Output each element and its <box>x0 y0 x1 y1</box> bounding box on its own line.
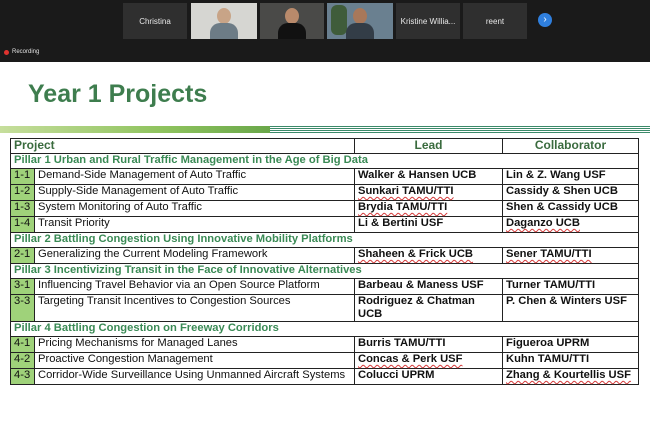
pillar-title: Pillar 2 Battling Congestion Using Innov… <box>10 232 639 248</box>
project-name: Generalizing the Current Modeling Framew… <box>34 247 355 264</box>
pillar-title: Pillar 4 Battling Congestion on Freeway … <box>10 321 639 337</box>
project-name: Transit Priority <box>34 216 355 233</box>
shared-slide: Year 1 Projects Project Lead Collaborato… <box>0 62 650 427</box>
table-row: 1-4 Transit Priority Li & Bertini USF Da… <box>10 216 639 233</box>
header-project: Project <box>10 138 355 154</box>
project-id: 3-3 <box>10 294 35 322</box>
project-name: System Monitoring of Auto Traffic <box>34 200 355 217</box>
lead-text: Sunkari TAMU/TTI <box>358 185 454 197</box>
project-lead: Barbeau & Maness USF <box>354 278 503 295</box>
project-id: 2-1 <box>10 247 35 264</box>
lead-text: Shaheen & Frick UCB <box>358 248 474 260</box>
participant-body <box>278 23 306 39</box>
projects-table: Project Lead Collaborator Pillar 1 Urban… <box>10 138 639 385</box>
project-lead: Sunkari TAMU/TTI <box>354 184 503 201</box>
pillar-title: Pillar 3 Incentivizing Transit in the Fa… <box>10 263 639 279</box>
pillar-row: Pillar 4 Battling Congestion on Freeway … <box>10 321 639 337</box>
table-row: 3-3 Targeting Transit Incentives to Cong… <box>10 294 639 322</box>
table-row: 1-2 Supply-Side Management of Auto Traff… <box>10 184 639 201</box>
project-collaborator: Lin & Z. Wang USF <box>502 168 639 185</box>
participant-video-tile[interactable] <box>260 3 324 39</box>
project-id: 4-3 <box>10 368 35 385</box>
project-collaborator: Daganzo UCB <box>502 216 639 233</box>
project-lead: Colucci UPRM <box>354 368 503 385</box>
project-lead: Rodriguez & Chatman UCB <box>354 294 503 322</box>
project-lead: Shaheen & Frick UCB <box>354 247 503 264</box>
pillar-row: Pillar 3 Incentivizing Transit in the Fa… <box>10 263 639 279</box>
participant-video-tile[interactable] <box>327 3 393 39</box>
project-id: 1-2 <box>10 184 35 201</box>
lead-text: Brydia TAMU/TTI <box>358 201 448 213</box>
participant-video-tile[interactable] <box>191 3 257 39</box>
slide-title: Year 1 Projects <box>28 80 208 108</box>
project-lead: Walker & Hansen UCB <box>354 168 503 185</box>
table-row: 4-2 Proactive Congestion Management Conc… <box>10 352 639 369</box>
participant-body <box>346 23 374 39</box>
project-lead: Burris TAMU/TTI <box>354 336 503 353</box>
project-name: Corridor-Wide Surveillance Using Unmanne… <box>34 368 355 385</box>
table-row: 1-3 System Monitoring of Auto Traffic Br… <box>10 200 639 217</box>
project-collaborator: Kuhn TAMU/TTI <box>502 352 639 369</box>
project-collaborator: P. Chen & Winters USF <box>502 294 639 322</box>
recording-indicator: Recording <box>4 49 39 55</box>
collaborator-text: Sener TAMU/TTI <box>506 248 592 260</box>
project-collaborator: Shen & Cassidy UCB <box>502 200 639 217</box>
table-row: 4-1 Pricing Mechanisms for Managed Lanes… <box>10 336 639 353</box>
participant-strip: Christina Kristine Willia... reent › Rec… <box>0 0 650 62</box>
project-collaborator: Figueroa UPRM <box>502 336 639 353</box>
project-collaborator: Zhang & Kourtellis USF <box>502 368 639 385</box>
project-name: Supply-Side Management of Auto Traffic <box>34 184 355 201</box>
recording-label: Recording <box>12 49 40 55</box>
participant-face <box>217 8 231 24</box>
record-dot-icon <box>4 49 9 55</box>
project-collaborator: Cassidy & Shen UCB <box>502 184 639 201</box>
table-row: 3-1 Influencing Travel Behavior via an O… <box>10 278 639 295</box>
background-palm <box>331 5 347 35</box>
pillar-row: Pillar 2 Battling Congestion Using Innov… <box>10 232 639 248</box>
lead-text: Concas & Perk USF <box>358 353 463 365</box>
project-name: Targeting Transit Incentives to Congesti… <box>34 294 355 322</box>
project-name: Demand-Side Management of Auto Traffic <box>34 168 355 185</box>
project-id: 1-3 <box>10 200 35 217</box>
participant-tile[interactable]: reent <box>463 3 527 39</box>
participant-tile[interactable]: Christina <box>123 3 187 39</box>
project-name: Influencing Travel Behavior via an Open … <box>34 278 355 295</box>
header-lead: Lead <box>354 138 503 154</box>
project-name: Pricing Mechanisms for Managed Lanes <box>34 336 355 353</box>
pillar-title: Pillar 1 Urban and Rural Traffic Managem… <box>10 153 639 169</box>
project-lead: Li & Bertini USF <box>354 216 503 233</box>
table-row: 2-1 Generalizing the Current Modeling Fr… <box>10 247 639 264</box>
pillar-row: Pillar 1 Urban and Rural Traffic Managem… <box>10 153 639 169</box>
project-id: 1-4 <box>10 216 35 233</box>
project-collaborator: Sener TAMU/TTI <box>502 247 639 264</box>
project-collaborator: Turner TAMU/TTI <box>502 278 639 295</box>
chevron-right-icon[interactable]: › <box>538 13 552 27</box>
participant-body <box>210 23 238 39</box>
project-name: Proactive Congestion Management <box>34 352 355 369</box>
participant-name: Christina <box>139 16 171 26</box>
project-id: 3-1 <box>10 278 35 295</box>
collaborator-text: Daganzo UCB <box>506 217 580 229</box>
table-row: 4-3 Corridor-Wide Surveillance Using Unm… <box>10 368 639 385</box>
project-id: 1-1 <box>10 168 35 185</box>
table-row: 1-1 Demand-Side Management of Auto Traff… <box>10 168 639 185</box>
title-divider <box>0 125 650 135</box>
project-id: 4-2 <box>10 352 35 369</box>
project-lead: Brydia TAMU/TTI <box>354 200 503 217</box>
collaborator-text: Zhang & Kourtellis USF <box>506 369 631 381</box>
project-id: 4-1 <box>10 336 35 353</box>
participant-face <box>285 8 299 24</box>
participant-name: Kristine Willia... <box>400 16 456 26</box>
participant-tile[interactable]: Kristine Willia... <box>396 3 460 39</box>
participant-name: reent <box>485 16 505 26</box>
header-collaborator: Collaborator <box>502 138 639 154</box>
project-lead: Concas & Perk USF <box>354 352 503 369</box>
participant-face <box>353 8 367 24</box>
